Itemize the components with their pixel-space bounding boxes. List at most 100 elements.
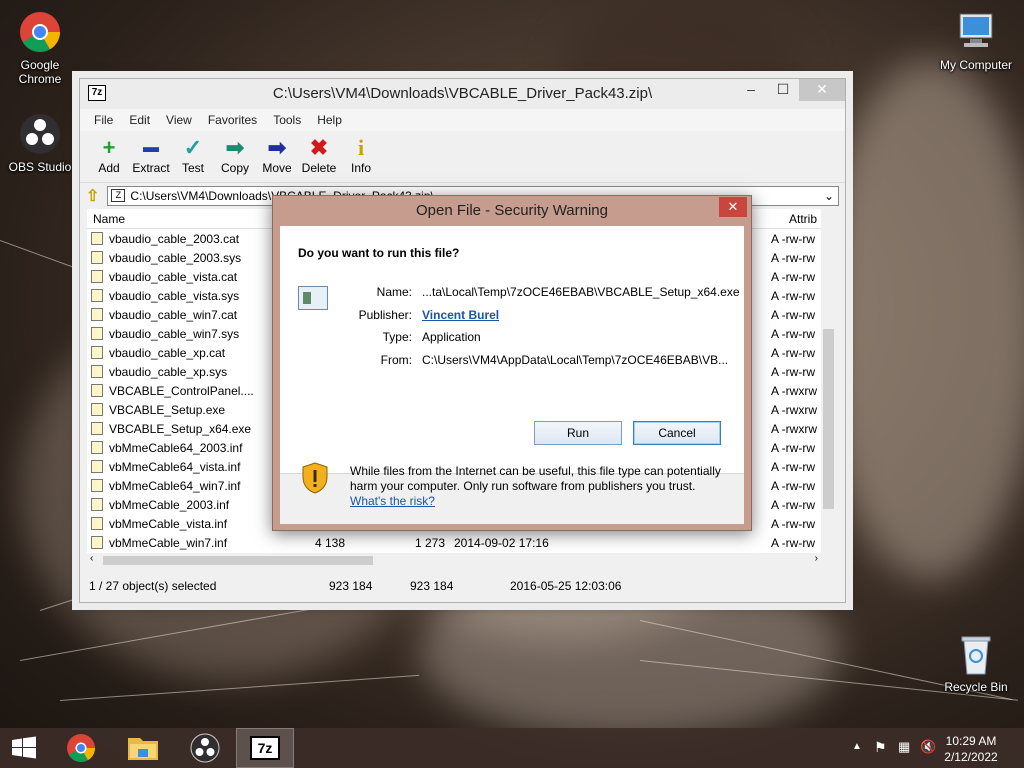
delete-button[interactable]: ✖ Delete: [298, 131, 340, 182]
start-button[interactable]: [0, 728, 48, 768]
file-name: vbMmeCable64_vista.inf: [109, 460, 241, 474]
window-titlebar[interactable]: 7z C:\Users\VM4\Downloads\VBCABLE_Driver…: [80, 79, 845, 109]
warning-text: While files from the Internet can be use…: [350, 464, 721, 493]
desktop-icon-label: OBS Studio: [8, 160, 72, 174]
toolbar: + Add ▬ Extract ✓ Test ➡ Copy ➡ Move ✖ D…: [80, 131, 845, 183]
maximize-icon[interactable]: ☐: [767, 79, 799, 101]
file-name: vbaudio_cable_win7.sys: [109, 327, 240, 341]
chrome-icon: [18, 10, 62, 54]
close-icon[interactable]: ✕: [799, 79, 845, 101]
desktop-icon-obs[interactable]: OBS Studio: [2, 112, 78, 174]
clock-time: 10:29 AM: [945, 734, 997, 748]
file-name: vbMmeCable64_2003.inf: [109, 441, 243, 455]
warning-message: While files from the Internet can be use…: [350, 464, 730, 509]
file-name: VBCABLE_ControlPanel....: [109, 384, 254, 398]
file-attrib: A -rw-rw: [771, 498, 815, 512]
clock[interactable]: 10:29 AM 2/12/2022: [936, 733, 1006, 765]
clock-date: 2/12/2022: [944, 750, 998, 764]
file-attrib: A -rw-rw: [771, 517, 815, 531]
file-icon: [91, 441, 103, 454]
file-icon: [91, 422, 103, 435]
file-icon: [91, 232, 103, 245]
dialog-close-icon[interactable]: ✕: [719, 197, 747, 217]
dialog-title: Open File - Security Warning: [415, 202, 608, 219]
file-icon: [91, 536, 103, 549]
file-name: vbMmeCable_vista.inf: [109, 517, 228, 531]
test-label: Test: [181, 161, 204, 175]
name-value: ...ta\Local\Temp\7zOCE46EBAB\VBCABLE_Set…: [422, 285, 740, 299]
file-attrib: A -rwxrw: [771, 384, 817, 398]
minimize-icon[interactable]: –: [735, 79, 767, 101]
file-name: VBCABLE_Setup_x64.exe: [109, 422, 252, 436]
desktop-icon-label: Google Chrome: [18, 58, 62, 86]
whats-the-risk-link[interactable]: What's the risk?: [350, 494, 435, 508]
file-attrib: A -rw-rw: [771, 536, 815, 550]
file-icon: [91, 460, 103, 473]
file-name: VBCABLE_Setup.exe: [109, 403, 226, 417]
publisher-label: Publisher:: [358, 308, 412, 322]
file-name: vbMmeCable_2003.inf: [109, 498, 230, 512]
add-label: Add: [98, 161, 120, 175]
file-name: vbaudio_cable_xp.cat: [109, 346, 226, 360]
move-button[interactable]: ➡ Move: [256, 131, 298, 182]
info-button[interactable]: i Info: [340, 131, 382, 182]
chrome-icon: [67, 734, 95, 762]
chevron-down-icon[interactable]: ⌄: [824, 187, 834, 205]
chevron-up-icon[interactable]: ▲: [852, 741, 862, 752]
extract-button[interactable]: ▬ Extract: [130, 131, 172, 182]
file-attrib: A -rw-rw: [771, 270, 815, 284]
flag-icon[interactable]: ⚑: [874, 739, 887, 756]
menu-view[interactable]: View: [158, 109, 200, 131]
menu-favorites[interactable]: Favorites: [200, 109, 265, 131]
file-name: vbaudio_cable_vista.cat: [109, 270, 238, 284]
file-modified: 2014-09-02 17:16: [454, 536, 549, 550]
network-icon[interactable]: ▦: [898, 739, 910, 755]
volume-muted-icon[interactable]: 🔇: [920, 739, 936, 755]
column-attrib[interactable]: Attrib: [789, 212, 817, 226]
test-button[interactable]: ✓ Test: [172, 131, 214, 182]
desktop-icon-recycle-bin[interactable]: Recycle Bin: [936, 632, 1016, 694]
file-icon: [91, 365, 103, 378]
extract-label: Extract: [132, 161, 170, 175]
move-arrow-icon: ➡: [267, 135, 287, 160]
file-name: vbaudio_cable_2003.cat: [109, 232, 240, 246]
cancel-button[interactable]: Cancel: [633, 421, 721, 445]
zip-icon: Z: [111, 189, 126, 202]
name-label: Name:: [376, 285, 412, 299]
window-title: C:\Users\VM4\Downloads\VBCABLE_Driver_Pa…: [272, 85, 653, 102]
shield-warning-icon: [302, 462, 328, 494]
desktop-icon-my-computer[interactable]: My Computer: [936, 10, 1016, 72]
menu-tools[interactable]: Tools: [265, 109, 309, 131]
file-icon: [91, 479, 103, 492]
file-icon: [91, 289, 103, 302]
copy-label: Copy: [220, 161, 249, 175]
system-tray: ▲ ⚑ ▦ 🔇 10:29 AM 2/12/2022: [844, 728, 1024, 768]
taskbar-obs[interactable]: [176, 728, 234, 768]
taskbar-file-explorer[interactable]: [114, 728, 172, 768]
file-name: vbaudio_cable_win7.cat: [109, 308, 238, 322]
file-icon: [91, 270, 103, 283]
delete-x-icon: ✖: [309, 135, 329, 160]
column-name[interactable]: Name: [93, 212, 125, 226]
run-button[interactable]: Run: [534, 421, 622, 445]
taskbar-chrome[interactable]: [52, 728, 110, 768]
file-attrib: A -rw-rw: [771, 251, 815, 265]
application-icon: [298, 286, 328, 310]
taskbar-7zip[interactable]: 7z: [236, 728, 294, 768]
publisher-link[interactable]: Vincent Burel: [422, 308, 499, 322]
folder-up-icon[interactable]: ⇧: [86, 186, 99, 206]
file-attrib: A -rw-rw: [771, 441, 815, 455]
file-icon: [91, 403, 103, 416]
taskbar: 7z ▲ ⚑ ▦ 🔇 10:29 AM 2/12/2022: [0, 728, 1024, 768]
menu-file[interactable]: File: [86, 109, 121, 131]
file-icon: [91, 384, 103, 397]
file-attrib: A -rw-rw: [771, 460, 815, 474]
add-button[interactable]: + Add: [88, 131, 130, 182]
desktop-icon-chrome[interactable]: Google Chrome: [2, 10, 78, 86]
dialog-body: Do you want to run this file? Name: ...t…: [280, 226, 744, 524]
file-size: 4 138: [315, 536, 346, 550]
menu-help[interactable]: Help: [309, 109, 350, 131]
file-row[interactable]: vbMmeCable_win7.inf 4 138 1 273 2014-09-02 …: [87, 533, 821, 552]
menu-edit[interactable]: Edit: [121, 109, 158, 131]
copy-button[interactable]: ➡ Copy: [214, 131, 256, 182]
